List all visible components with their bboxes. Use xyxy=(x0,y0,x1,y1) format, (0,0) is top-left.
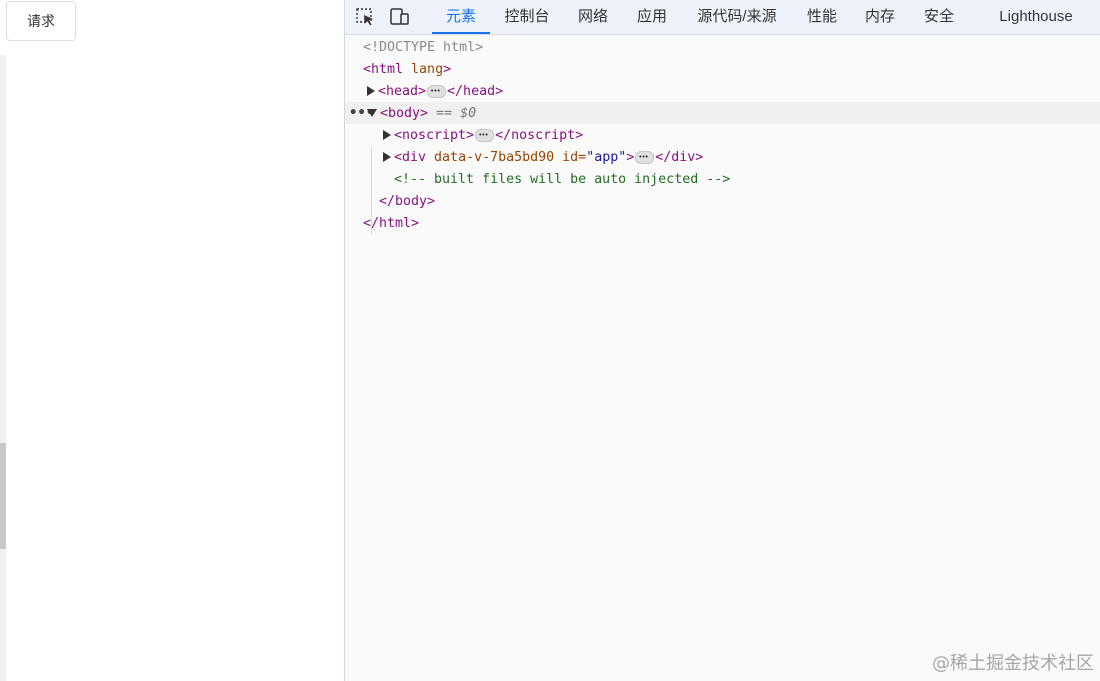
head-collapsed-icon[interactable] xyxy=(427,80,447,102)
body-close-node[interactable]: </body> xyxy=(379,191,435,213)
tab-console[interactable]: 控制台 xyxy=(502,0,552,34)
page-viewport: 请求 xyxy=(0,0,344,681)
div-close-tag: </div> xyxy=(655,150,704,165)
device-toolbar-icon[interactable] xyxy=(389,7,411,27)
noscript-collapsed-icon[interactable] xyxy=(475,124,495,146)
request-button[interactable]: 请求 xyxy=(6,1,76,41)
noscript-open-tag: <noscript> xyxy=(394,128,475,143)
tab-security[interactable]: 安全 xyxy=(921,0,957,34)
devtools-panel: 元素 控制台 网络 应用 源代码/来源 性能 内存 安全 Lighthouse … xyxy=(344,0,1100,681)
comment-node[interactable]: <!-- built files will be auto injected -… xyxy=(394,169,730,191)
expand-head-icon[interactable] xyxy=(367,86,375,96)
head-open-tag: <head> xyxy=(378,84,427,99)
html-open-bracket: > xyxy=(443,62,452,77)
tab-lighthouse[interactable]: Lighthouse xyxy=(993,0,1079,34)
html-close-tag: </html> xyxy=(363,216,420,231)
html-close-node[interactable]: </html> xyxy=(363,213,419,235)
tab-application[interactable]: 应用 xyxy=(634,0,670,34)
elements-tree: ••• <!DOCTYPE html> <html lang> <head></… xyxy=(345,36,1100,681)
app-div-collapsed-icon[interactable] xyxy=(635,146,655,168)
body-node[interactable]: <body> == $0 xyxy=(367,103,476,125)
head-node[interactable]: <head> </head> xyxy=(367,80,504,103)
div-id-attr: id= xyxy=(562,150,587,165)
tab-network[interactable]: 网络 xyxy=(575,0,611,34)
tab-elements[interactable]: 元素 xyxy=(432,0,490,34)
app-div-node[interactable]: <div data-v-7ba5bd90 id="app"> </div> xyxy=(383,146,704,169)
div-open-bracket: > xyxy=(626,150,635,165)
tab-sources[interactable]: 源代码/来源 xyxy=(694,0,780,34)
selected-marker: == $0 xyxy=(436,106,477,121)
devtools-toolbar: 元素 控制台 网络 应用 源代码/来源 性能 内存 安全 Lighthouse xyxy=(345,0,1100,35)
tab-memory[interactable]: 内存 xyxy=(862,0,898,34)
collapse-body-icon[interactable] xyxy=(367,109,377,117)
html-open-tag: <html xyxy=(363,62,404,77)
body-close-tag: </body> xyxy=(379,194,436,209)
body-open-tag: <body> xyxy=(380,106,429,121)
watermark: @稀土掘金技术社区 xyxy=(932,653,1094,674)
head-close-tag: </head> xyxy=(447,84,504,99)
tab-performance[interactable]: 性能 xyxy=(804,0,840,34)
html-lang-attr: lang xyxy=(411,62,444,77)
expand-app-div-icon[interactable] xyxy=(383,152,391,162)
expand-noscript-icon[interactable] xyxy=(383,130,391,140)
div-id-value: "app" xyxy=(586,150,627,165)
div-open-tag: <div xyxy=(394,150,427,165)
page-scrollbar-track[interactable] xyxy=(0,55,6,681)
doctype-node[interactable]: <!DOCTYPE html> xyxy=(363,37,483,59)
div-data-v-attr: data-v-7ba5bd90 xyxy=(434,150,555,165)
page-scrollbar-thumb[interactable] xyxy=(0,443,6,549)
inspect-element-icon[interactable] xyxy=(355,7,377,27)
comment-text: <!-- built files will be auto injected -… xyxy=(394,172,731,187)
doctype-text: <!DOCTYPE html> xyxy=(363,40,484,55)
html-node[interactable]: <html lang> xyxy=(363,59,451,81)
noscript-node[interactable]: <noscript> </noscript> xyxy=(383,124,584,147)
noscript-close-tag: </noscript> xyxy=(495,128,584,143)
